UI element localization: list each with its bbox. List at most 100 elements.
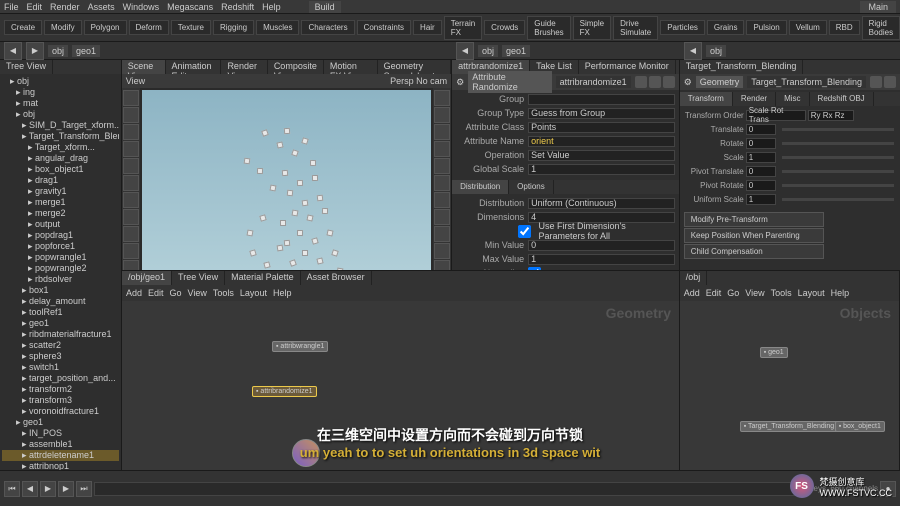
tree-item[interactable]: ▸ scatter2 xyxy=(2,340,119,351)
tree-tab[interactable]: Tree View xyxy=(0,60,53,74)
back-icon[interactable]: ◀ xyxy=(684,42,702,60)
xform-x[interactable]: 0 xyxy=(746,124,776,135)
tree-item[interactable]: ▸ geo1 xyxy=(2,318,119,329)
viewport-tool[interactable] xyxy=(434,209,450,225)
network-node[interactable]: ▪ attribrandomize1 xyxy=(252,386,317,397)
net-menu-item[interactable]: Add xyxy=(126,288,142,298)
net-menu-item[interactable]: View xyxy=(745,288,764,298)
path-node[interactable]: geo1 xyxy=(72,45,100,57)
net-menu-item[interactable]: View xyxy=(188,288,207,298)
xform-slider[interactable] xyxy=(782,128,894,131)
viewport-tool[interactable] xyxy=(434,90,450,106)
menu-assets[interactable]: Assets xyxy=(88,2,115,12)
net-menu-item[interactable]: Help xyxy=(273,288,292,298)
network-canvas-right[interactable]: Objects ▪ geo1▪ Target_Transform_Blendin… xyxy=(680,301,899,470)
viewport-tool[interactable] xyxy=(123,107,139,123)
viewport-tab[interactable]: Animation Editor xyxy=(166,60,222,74)
param-checkbox[interactable] xyxy=(518,225,531,238)
xform-slider[interactable] xyxy=(782,184,894,187)
menu-redshift[interactable]: Redshift xyxy=(221,2,254,12)
desktop-selector[interactable]: Build xyxy=(309,1,341,13)
net-menu-item[interactable]: Layout xyxy=(798,288,825,298)
tree-item[interactable]: ▸ Target_Transform_Blend... xyxy=(2,131,119,142)
param-field[interactable] xyxy=(528,94,675,105)
viewport-tool[interactable] xyxy=(434,124,450,140)
tree-item[interactable]: ▸ ing xyxy=(2,87,119,98)
viewport-tool[interactable] xyxy=(434,158,450,174)
net-menu-item[interactable]: Help xyxy=(831,288,850,298)
tree-item[interactable]: ▸ geo1 xyxy=(2,417,119,428)
gear-icon[interactable]: ⚙ xyxy=(684,77,692,88)
path-obj[interactable]: obj xyxy=(48,45,68,57)
tree-item[interactable]: ▸ target_position_and... xyxy=(2,373,119,384)
viewport-tool[interactable] xyxy=(123,226,139,242)
menu-file[interactable]: File xyxy=(4,2,19,12)
param-field[interactable]: orient xyxy=(528,136,675,147)
help-icon[interactable] xyxy=(870,76,882,88)
net-menu-item[interactable]: Go xyxy=(727,288,739,298)
node-name[interactable]: attribrandomize1 xyxy=(556,76,631,88)
xtab-misc[interactable]: Misc xyxy=(776,92,809,106)
vp-persp[interactable]: Persp xyxy=(390,76,414,86)
shelf-group[interactable]: Particles xyxy=(660,20,705,35)
network-node[interactable]: ▪ attribwrangle1 xyxy=(272,341,328,352)
shelf-group[interactable]: Simple FX xyxy=(573,16,611,40)
shelf-group[interactable]: Modify xyxy=(44,20,82,35)
geo-name[interactable]: Target_Transform_Blending xyxy=(747,76,866,88)
prev-frame-icon[interactable]: ◀ xyxy=(22,481,38,497)
network-node[interactable]: ▪ box_object1 xyxy=(835,421,885,432)
net-tab[interactable]: Material Palette xyxy=(225,271,301,285)
next-frame-icon[interactable]: ▶ xyxy=(58,481,74,497)
tree-item[interactable]: ▸ obj xyxy=(2,76,119,87)
tree-item[interactable]: ▸ merge1 xyxy=(2,197,119,208)
menu-megascans[interactable]: Megascans xyxy=(167,2,213,12)
net-menu-item[interactable]: Add xyxy=(684,288,700,298)
shelf-group[interactable]: Deform xyxy=(129,20,169,35)
net-menu-item[interactable]: Edit xyxy=(148,288,164,298)
network-canvas-left[interactable]: Geometry ▪ attribwrangle1▪ attribrandomi… xyxy=(122,301,679,470)
tree-item[interactable]: ▸ gravity1 xyxy=(2,186,119,197)
gear-icon[interactable]: ⚙ xyxy=(456,77,464,88)
viewport-tab[interactable]: Motion FX View xyxy=(324,60,378,74)
tree-item[interactable]: ▸ transform3 xyxy=(2,395,119,406)
net-menu-item[interactable]: Tools xyxy=(771,288,792,298)
menu-render[interactable]: Render xyxy=(50,2,80,12)
uscale-slider[interactable] xyxy=(782,198,894,201)
tree-item[interactable]: ▸ IN_POS xyxy=(2,428,119,439)
xtab-redshift[interactable]: Redshift OBJ xyxy=(810,92,874,106)
tree-item[interactable]: ▸ sphere3 xyxy=(2,351,119,362)
tab-options[interactable]: Options xyxy=(509,180,554,194)
tab-distribution[interactable]: Distribution xyxy=(452,180,509,194)
xform-slider[interactable] xyxy=(782,142,894,145)
shelf-group[interactable]: Rigging xyxy=(213,20,254,35)
viewport-tool[interactable] xyxy=(434,226,450,242)
viewport-tool[interactable] xyxy=(434,107,450,123)
param-field[interactable]: Uniform (Continuous) xyxy=(528,198,675,209)
xtab-transform[interactable]: Transform xyxy=(680,92,733,106)
tree-item[interactable]: ▸ attribnop1 xyxy=(2,461,119,470)
xform-button[interactable]: Modify Pre-Transform xyxy=(684,212,824,227)
geo-tab[interactable]: Target_Transform_Blending xyxy=(680,60,804,74)
first-frame-icon[interactable]: ⏮ xyxy=(4,481,20,497)
tree-item[interactable]: ▸ assemble1 xyxy=(2,439,119,450)
tree-item[interactable]: ▸ popwrangle1 xyxy=(2,252,119,263)
param-field[interactable]: Set Value xyxy=(528,150,675,161)
param-field[interactable]: Points xyxy=(528,122,675,133)
viewport-tool[interactable] xyxy=(123,175,139,191)
viewport-tab[interactable]: Composite View xyxy=(268,60,324,74)
tree-item[interactable]: ▸ toolRef1 xyxy=(2,307,119,318)
pin-icon[interactable] xyxy=(635,76,647,88)
tree-item[interactable]: ▸ transform2 xyxy=(2,384,119,395)
net-tab[interactable]: /obj xyxy=(680,271,708,285)
xform-order-field[interactable]: Scale Rot Trans xyxy=(746,110,806,121)
xform-x[interactable]: 0 xyxy=(746,138,776,149)
network-node[interactable] xyxy=(292,439,320,467)
shelf-group[interactable]: Hair xyxy=(413,20,442,35)
tree-item[interactable]: ▸ switch1 xyxy=(2,362,119,373)
net-tab[interactable]: Tree View xyxy=(172,271,225,285)
xtab-render[interactable]: Render xyxy=(733,92,776,106)
back-icon[interactable]: ◀ xyxy=(456,42,474,60)
xform-slider[interactable] xyxy=(782,156,894,159)
param-field[interactable]: 0 xyxy=(528,240,675,251)
viewport-tool[interactable] xyxy=(123,158,139,174)
